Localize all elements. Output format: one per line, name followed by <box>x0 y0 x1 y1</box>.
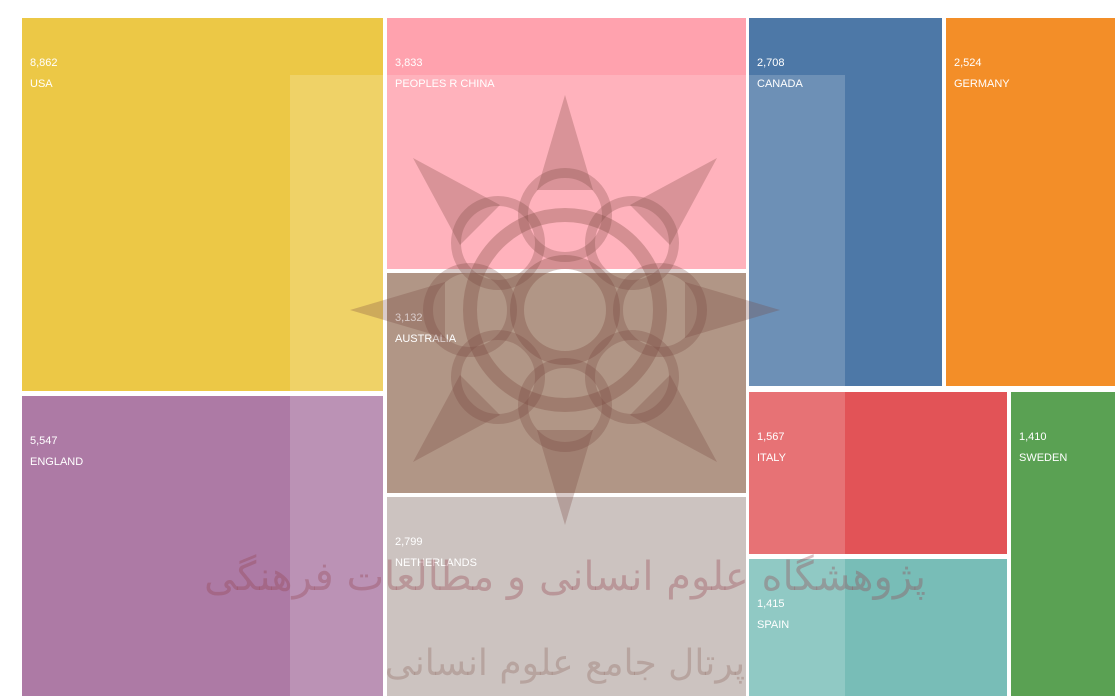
tile-value-england: 5,547 <box>30 435 58 447</box>
tile-value-spain: 1,415 <box>757 598 785 610</box>
tile-canada[interactable]: 2,708 CANADA <box>749 18 942 386</box>
tile-label-peoples-r-china: PEOPLES R CHINA <box>395 78 495 90</box>
tile-rect-australia[interactable] <box>387 273 746 493</box>
tile-rect-peoples-r-china[interactable] <box>387 18 746 269</box>
tile-value-peoples-r-china: 3,833 <box>395 57 423 69</box>
tile-spain[interactable]: 1,415 SPAIN <box>749 559 1007 696</box>
tile-rect-italy[interactable] <box>749 392 1007 554</box>
tile-rect-canada[interactable] <box>749 18 942 386</box>
tile-sweden[interactable]: 1,410 SWEDEN <box>1011 392 1115 696</box>
tile-value-canada: 2,708 <box>757 57 785 69</box>
tile-label-canada: CANADA <box>757 78 804 90</box>
tile-label-australia: AUSTRALIA <box>395 333 457 345</box>
tile-label-germany: GERMANY <box>954 78 1010 90</box>
tile-label-netherlands: NETHERLANDS <box>395 557 477 569</box>
tile-rect-usa[interactable] <box>22 18 383 391</box>
tile-netherlands[interactable]: 2,799 NETHERLANDS <box>387 497 746 696</box>
tile-italy[interactable]: 1,567 ITALY <box>749 392 1007 554</box>
tile-value-usa: 8,862 <box>30 57 58 69</box>
tile-label-england: ENGLAND <box>30 456 83 468</box>
treemap-stage: 8,862 USA 5,547 ENGLAND 3,833 PEOPLES R CHINA… <box>0 0 1115 696</box>
tile-label-usa: USA <box>30 78 53 90</box>
tile-australia[interactable]: 3,132 AUSTRALIA <box>387 273 746 493</box>
tile-rect-netherlands[interactable] <box>387 497 746 696</box>
tile-rect-germany[interactable] <box>946 18 1115 386</box>
tile-rect-england[interactable] <box>22 396 383 696</box>
tile-label-spain: SPAIN <box>757 619 789 631</box>
treemap-chart: 8,862 USA 5,547 ENGLAND 3,833 PEOPLES R CHINA… <box>22 18 1115 696</box>
tile-value-germany: 2,524 <box>954 57 982 69</box>
tile-usa[interactable]: 8,862 USA <box>22 18 383 391</box>
tile-germany[interactable]: 2,524 GERMANY <box>946 18 1115 386</box>
tile-value-italy: 1,567 <box>757 431 785 443</box>
tile-label-italy: ITALY <box>757 452 787 464</box>
tile-label-sweden: SWEDEN <box>1019 452 1067 464</box>
tile-peoples-r-china[interactable]: 3,833 PEOPLES R CHINA <box>387 18 746 269</box>
tile-value-australia: 3,132 <box>395 312 423 324</box>
tile-value-netherlands: 2,799 <box>395 536 423 548</box>
tile-england[interactable]: 5,547 ENGLAND <box>22 396 383 696</box>
tile-value-sweden: 1,410 <box>1019 431 1047 443</box>
